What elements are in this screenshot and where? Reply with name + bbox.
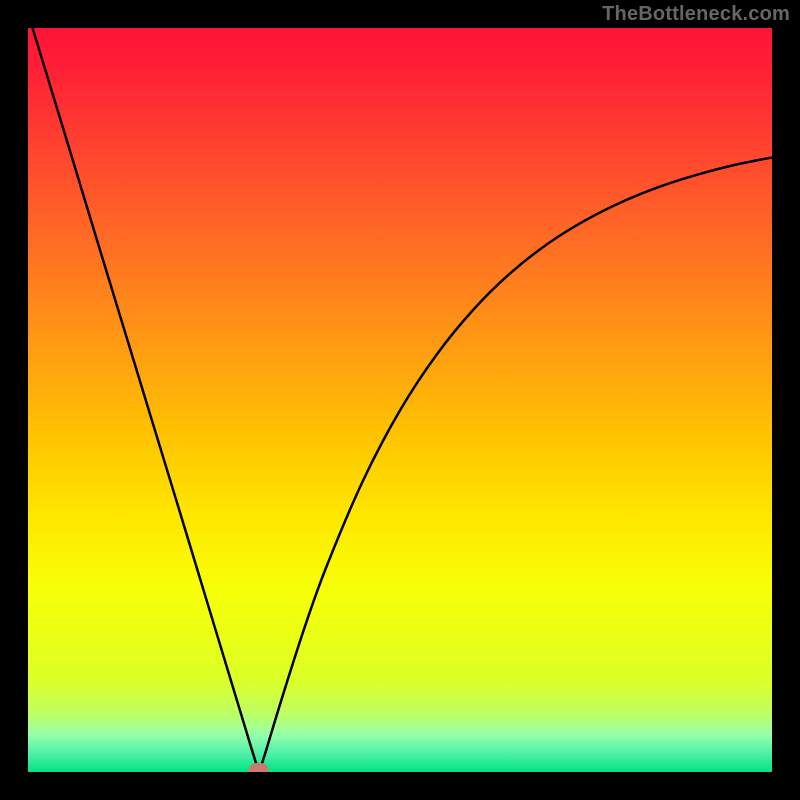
chart-frame: TheBottleneck.com [0, 0, 800, 800]
gradient-background [28, 28, 772, 772]
plot-area [28, 28, 772, 772]
chart-svg [28, 28, 772, 772]
watermark-text: TheBottleneck.com [602, 3, 790, 26]
